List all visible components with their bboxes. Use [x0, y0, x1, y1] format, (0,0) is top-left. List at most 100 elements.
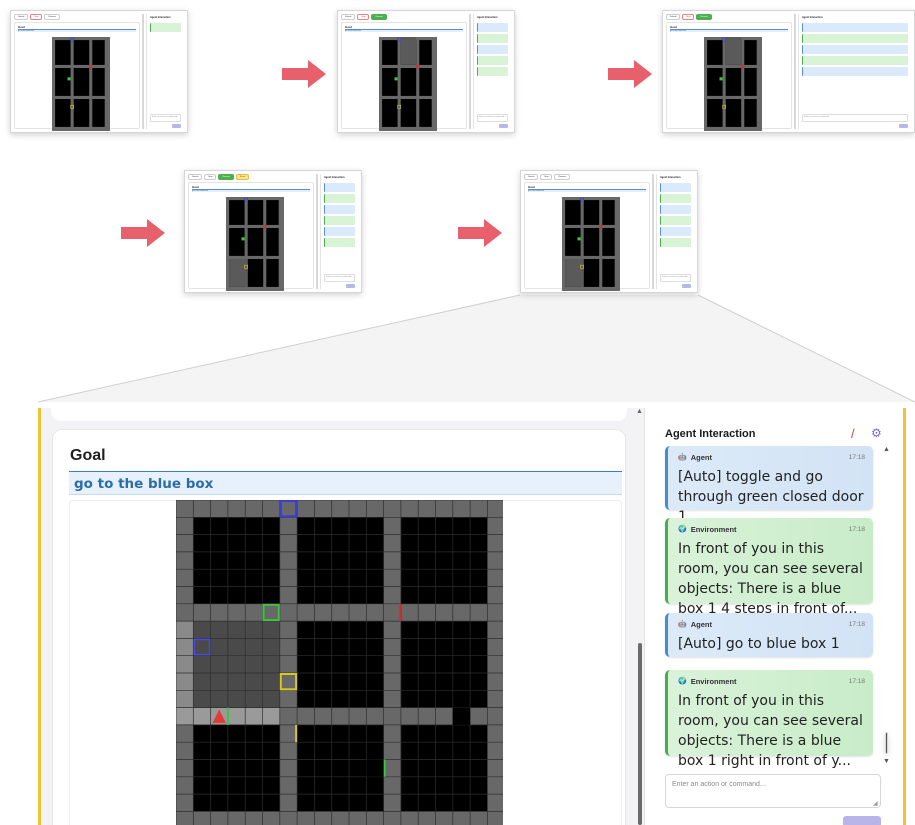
screenshot-thumbnail: Default Stop Resume Goal go to the blue … — [520, 170, 698, 293]
dark-cell — [452, 707, 471, 725]
chat-scrollbar[interactable]: ▲ ▼ — [883, 446, 891, 766]
scroll-thumb[interactable] — [885, 732, 888, 754]
send-button[interactable] — [843, 816, 881, 825]
message-text: In front of you in this room, you can se… — [678, 693, 863, 769]
thumbnail-grid-map — [704, 37, 762, 131]
thumbnail-message — [150, 23, 181, 32]
thumbnail-send — [899, 124, 908, 128]
thumbnail-tabs: Default Stop Resume — [666, 14, 792, 20]
thumbnail-grid-map — [562, 197, 620, 291]
map-room — [419, 40, 432, 65]
scroll-down-icon[interactable]: ▼ — [883, 758, 890, 765]
environment-panel: Goal go to the blue box — [41, 408, 637, 825]
thumbnail-tabs: Default Stop Resume — [14, 14, 140, 20]
green-door — [577, 237, 581, 241]
map-room — [266, 228, 279, 256]
scroll-up-icon[interactable]: ▲ — [636, 408, 643, 415]
screenshot-thumbnail: Default Stop Resume Goal go to the blue … — [662, 10, 915, 133]
thumbnail-agent-panel: Agent Interaction Enter an action or com… — [146, 14, 184, 129]
thumbnail-send — [172, 124, 181, 128]
thumbnail-input: Enter an action or command... — [660, 274, 691, 282]
map-room — [419, 99, 432, 127]
thumbnail-tab: Default — [666, 14, 681, 20]
green-door-bottom — [383, 759, 386, 777]
thumbnail-divider — [142, 14, 144, 129]
thumbnail-panel-title: Agent Interaction — [324, 176, 345, 179]
map-room — [744, 99, 757, 127]
agent-message: 🤖 Agent 17:18 [Auto] go to blue box 1 — [665, 613, 873, 657]
map-room — [707, 40, 723, 65]
thumbnail-message — [802, 45, 908, 54]
thumbnail-divider — [652, 174, 654, 289]
command-input[interactable]: Enter an action or command... — [665, 774, 881, 808]
red-door — [263, 224, 267, 228]
message-time: 17:18 — [848, 620, 865, 628]
green-door — [67, 77, 71, 81]
environment-message: 🌍 Environment 17:18 In front of you in t… — [665, 518, 873, 617]
arrow-right-icon — [121, 219, 165, 247]
thumbnail-divider — [469, 14, 471, 129]
map-room — [92, 40, 105, 65]
thumbnail-tab: Default — [524, 174, 539, 180]
thumbnail-message — [324, 238, 355, 247]
message-time: 17:18 — [848, 453, 865, 461]
thumbnail-tab: Resume — [554, 174, 570, 180]
thumbnail-send — [346, 284, 355, 288]
environment-icon: 🌍 — [678, 526, 687, 533]
left-scrollbar[interactable] — [638, 643, 642, 825]
message-time: 17:18 — [848, 677, 865, 685]
previous-card — [51, 408, 627, 421]
thumbnail-tab: Stop — [540, 174, 553, 180]
map-room — [565, 228, 581, 256]
thumbnail-message — [802, 34, 908, 43]
thumbnail-left-panel: Default Stop Resume Reset Goal go to the… — [188, 174, 314, 291]
thumbnail-agent-panel: Agent Interaction Enter an action or com… — [473, 14, 511, 129]
gear-icon[interactable]: ⚙ — [871, 426, 882, 440]
thumbnail-message — [477, 34, 508, 43]
thumbnail-grid-map — [226, 197, 284, 291]
goal-text: go to the blue box — [69, 471, 622, 495]
thumbnail-message — [660, 238, 691, 247]
lit-room — [193, 621, 280, 708]
thumbnail-input: Enter an action or command... — [324, 274, 355, 282]
map-room — [55, 99, 71, 127]
thumbnail-divider — [316, 174, 318, 289]
brush-icon[interactable]: / — [851, 426, 855, 441]
figure: Default Stop Resume Goal go to the blue … — [0, 0, 915, 825]
scroll-up-icon[interactable]: ▲ — [883, 446, 890, 453]
panel-title: Agent Interaction — [665, 428, 756, 440]
map-room — [229, 228, 245, 256]
screenshot-thumbnail: Default Stop Resume Reset Goal go to the… — [184, 170, 362, 293]
thumbnail-tabs: Default Stop Resume — [341, 14, 467, 20]
thumbnail-goal-text: go to the blue box — [192, 189, 310, 192]
arrow-right-icon — [608, 60, 652, 88]
gridworld-map — [176, 500, 503, 825]
thumbnail-goal-text: go to the blue box — [670, 29, 788, 32]
map-room — [382, 68, 398, 96]
map-room — [583, 200, 600, 225]
red-door — [416, 64, 420, 68]
thumbnail-left-panel: Default Stop Resume Goal go to the blue … — [666, 14, 792, 131]
thumbnail-message — [324, 227, 355, 236]
message-header: 🤖 Agent 17:18 — [678, 451, 865, 463]
map-room — [266, 259, 279, 287]
map-room — [725, 68, 742, 96]
map-room — [247, 228, 264, 256]
message-time: 17:18 — [848, 525, 865, 533]
thumbnail-goal-card: Goal go to the blue box — [188, 182, 314, 291]
green-door — [241, 237, 245, 241]
thumbnail-tab: Default — [14, 14, 29, 20]
red-door — [398, 603, 401, 622]
environment-icon: 🌍 — [678, 678, 687, 685]
map-room — [229, 200, 245, 225]
thumbnail-message — [477, 56, 508, 65]
thumbnail-goal-text: go to the blue box — [345, 29, 463, 32]
thumbnail-panel-title: Agent Interaction — [802, 16, 823, 19]
thumbnail-message — [660, 194, 691, 203]
thumbnail-tab: Stop — [682, 14, 695, 20]
map-room — [92, 68, 105, 96]
thumbnail-tab: Default — [188, 174, 203, 180]
map-room — [193, 517, 280, 604]
thumbnail-tab: Resume — [44, 14, 60, 20]
message-role: Agent — [690, 619, 712, 629]
